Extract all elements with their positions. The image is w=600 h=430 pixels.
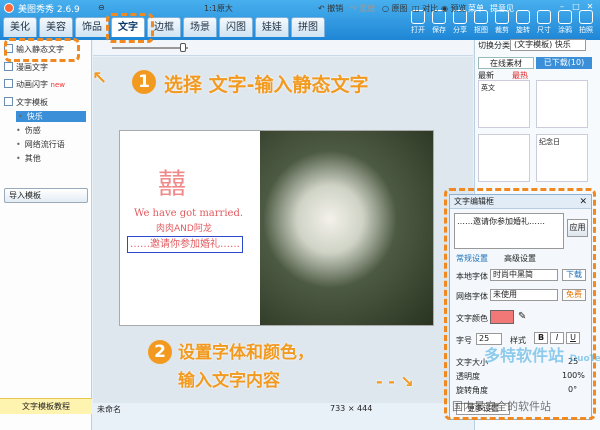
- template-thumbnail[interactable]: [536, 80, 588, 128]
- step-1-instruction: 选择 文字-输入静态文字: [164, 74, 369, 96]
- crop-icon: [495, 10, 509, 24]
- template-icon: [4, 97, 13, 106]
- crop-button[interactable]: 裁剪: [492, 10, 512, 35]
- template-item-other[interactable]: 其他: [16, 153, 41, 164]
- app-logo-icon: [4, 3, 14, 13]
- import-template-button[interactable]: 导入模板: [4, 188, 88, 203]
- zoom-out-icon[interactable]: ⊖: [98, 3, 105, 12]
- tab-beauty[interactable]: 美容: [39, 17, 73, 37]
- template-thumbnail[interactable]: 英文: [478, 80, 530, 128]
- doodle-button[interactable]: 涂鸦: [555, 10, 575, 35]
- new-badge: new: [50, 81, 66, 89]
- animated-text-button[interactable]: 动画闪字 new: [4, 78, 65, 92]
- rotate-button[interactable]: 旋转: [513, 10, 533, 35]
- category-label: 切换分类: [478, 41, 510, 50]
- arrow-to-input-static: ↖: [92, 68, 107, 89]
- double-happiness-text[interactable]: 囍: [158, 162, 186, 202]
- step-2-instruction-line2: 输入文字内容: [178, 371, 280, 391]
- template-item-buzzwords[interactable]: 网络流行语: [16, 139, 65, 150]
- comic-text-button[interactable]: 漫画文字: [4, 61, 48, 75]
- text-template-header[interactable]: 文字模板: [4, 96, 48, 110]
- compare-button[interactable]: ◫ 对比: [412, 3, 438, 14]
- camera-button[interactable]: 拍照: [576, 10, 596, 35]
- wedding-photo: [260, 131, 433, 325]
- template-thumbnail[interactable]: 纪念日: [536, 134, 588, 182]
- file-name: 未命名: [97, 405, 121, 414]
- zoom-actual-size[interactable]: 1:1原大: [204, 3, 233, 14]
- resize-icon: [537, 10, 551, 24]
- camera-icon: [579, 10, 593, 24]
- flash-icon: [4, 79, 13, 88]
- redo-button[interactable]: ↷ 重做: [350, 3, 375, 14]
- tab-scene[interactable]: 场景: [183, 17, 217, 37]
- scalloped-border: [250, 131, 272, 325]
- selected-text-layer[interactable]: ……邀请你参加婚礼……: [127, 236, 243, 253]
- highlight-dialog: [444, 188, 596, 420]
- tab-accessory[interactable]: 饰品: [75, 17, 109, 37]
- tab-downloaded[interactable]: 已下载(10): [536, 57, 592, 69]
- highlight-input-static: [4, 38, 80, 62]
- app-title: 美图秀秀 2.6.9: [18, 5, 80, 15]
- template-thumbnails: 英文 纪念日: [478, 80, 592, 190]
- template-tutorial-link[interactable]: 文字模板教程: [0, 398, 92, 414]
- tab-doll[interactable]: 娃娃: [255, 17, 289, 37]
- married-text[interactable]: We have got married.: [134, 208, 243, 219]
- step-2-number: 2: [148, 340, 172, 364]
- zoom-slider-handle[interactable]: [180, 43, 186, 52]
- cutout-button[interactable]: 抠图: [471, 10, 491, 35]
- comic-icon: [4, 62, 13, 71]
- step-1-number: 1: [132, 70, 156, 94]
- preview-button[interactable]: ◉ 预览: [441, 3, 467, 14]
- image-size: 733 × 444: [330, 404, 373, 413]
- tab-online-materials[interactable]: 在线素材: [478, 57, 534, 69]
- tab-flash[interactable]: 闪图: [219, 17, 253, 37]
- doodle-icon: [558, 10, 572, 24]
- rotate-icon: [516, 10, 530, 24]
- zoom-slider-track[interactable]: [112, 47, 188, 49]
- template-item-sad[interactable]: 伤感: [16, 125, 41, 136]
- resize-button[interactable]: 尺寸: [534, 10, 554, 35]
- highlight-text-tab: [106, 13, 154, 43]
- couple-names-text[interactable]: 肉肉AND阿龙: [156, 221, 212, 234]
- template-item-happy[interactable]: 快乐: [16, 111, 86, 122]
- step-2-instruction-line1: 设置字体和颜色，: [178, 343, 314, 363]
- tab-collage[interactable]: 拼图: [291, 17, 325, 37]
- cutout-icon: [474, 10, 488, 24]
- category-select[interactable]: (文字模板) 快乐: [510, 39, 586, 51]
- original-button[interactable]: ○ 原图: [382, 3, 408, 14]
- template-thumbnail[interactable]: [478, 134, 530, 182]
- undo-button[interactable]: ↶ 撤销: [318, 3, 343, 14]
- arrow-to-dialog: - - ↘: [376, 372, 414, 391]
- tab-beautify[interactable]: 美化: [3, 17, 37, 37]
